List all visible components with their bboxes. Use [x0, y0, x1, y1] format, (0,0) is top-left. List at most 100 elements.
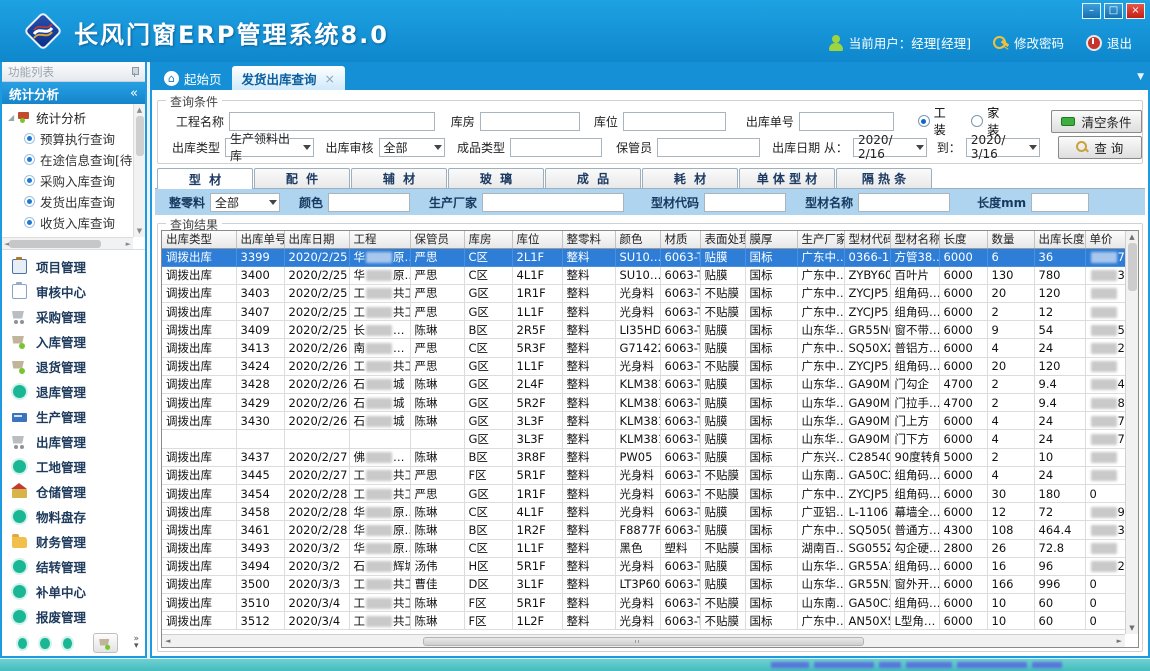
- material-tab[interactable]: 隔 热 条: [836, 168, 932, 188]
- sidebar-item-machine[interactable]: 生产管理: [12, 405, 145, 427]
- material-tab[interactable]: 耗 材: [642, 168, 738, 188]
- pin-icon[interactable]: [131, 67, 139, 77]
- table-row[interactable]: 调拨出库34092020/2/25长…陈琳B区2R5F整料LI35HD6063-…: [162, 321, 1139, 339]
- sidebar-item-circle[interactable]: 报废管理: [12, 605, 145, 627]
- sidebar-item-folder[interactable]: 财务管理: [12, 530, 145, 552]
- column-header[interactable]: 数量: [987, 231, 1034, 248]
- sidebar-item-cartg[interactable]: 入库管理: [12, 330, 145, 352]
- table-row[interactable]: 调拨出库34582020/2/28华原…陈琳C区4L1F整料光身料6063-T5…: [162, 503, 1139, 521]
- table-row[interactable]: 调拨出库34072020/2/25工共工程严思G区1L1F整料光身料6063-T…: [162, 303, 1139, 321]
- column-header[interactable]: 颜色: [615, 231, 660, 248]
- profile-code-input[interactable]: [704, 193, 786, 212]
- table-row[interactable]: 调拨出库34242020/2/26工共工程严思G区1L1F整料光身料6063-T…: [162, 357, 1139, 375]
- column-header[interactable]: 膜厚: [745, 231, 797, 248]
- table-row[interactable]: 调拨出库34612020/2/28华原…陈琳B区1R2F整料F8877FT606…: [162, 521, 1139, 539]
- cart-module-button[interactable]: [93, 633, 119, 653]
- table-row[interactable]: 调拨出库34932020/3/2华原…陈琳C区1L1F整料黑色塑料不贴膜国标湖南…: [162, 539, 1139, 557]
- table-row[interactable]: G区3L3F整料KLM38176063-T5贴膜国标山东华…GA90M09.门下…: [162, 430, 1139, 448]
- column-header[interactable]: 出库长度: [1034, 231, 1085, 248]
- material-tab[interactable]: 配 件: [254, 168, 350, 188]
- table-row[interactable]: 调拨出库34372020/2/27佛…陈琳B区3R8F整料PW056063-T5…: [162, 448, 1139, 466]
- tab-close-icon[interactable]: ×: [325, 71, 335, 86]
- radio-industrial[interactable]: 工装: [918, 104, 958, 138]
- table-row[interactable]: 调拨出库34942020/3/2石辉城汤伟H区5R1F整料光身料6063-T5贴…: [162, 557, 1139, 575]
- warehouse-input[interactable]: [480, 112, 580, 131]
- project-name-input[interactable]: [229, 112, 435, 131]
- table-row[interactable]: 调拨出库35102020/3/4工共工程陈琳F区5R1F整料光身料6063-T5…: [162, 594, 1139, 612]
- minimize-button[interactable]: –: [1082, 3, 1101, 19]
- table-row[interactable]: 调拨出库34302020/2/26石城陈琳G区3L3F整料KLM38176063…: [162, 412, 1139, 430]
- tree-item[interactable]: 发货出库查询: [8, 191, 133, 212]
- tree-item[interactable]: 采购入库查询: [8, 170, 133, 191]
- profile-name-input[interactable]: [858, 193, 950, 212]
- module-dot-icon[interactable]: [18, 638, 27, 649]
- tree-item[interactable]: 在途信息查询[待: [8, 149, 133, 170]
- location-input[interactable]: [623, 112, 726, 131]
- sidebar-item-circle[interactable]: 工地管理: [12, 455, 145, 477]
- column-header[interactable]: 出库日期: [284, 231, 349, 248]
- table-row[interactable]: 调拨出库34132020/2/26南…严思C区5R3F整料G714226063-…: [162, 339, 1139, 357]
- material-tab[interactable]: 型 材: [157, 168, 253, 189]
- sidebar-item-circle[interactable]: 补单中心: [12, 580, 145, 602]
- column-header[interactable]: 库位: [512, 231, 562, 248]
- clear-conditions-button[interactable]: 清空条件: [1051, 110, 1142, 133]
- order-no-input[interactable]: [799, 112, 894, 131]
- color-input[interactable]: [328, 193, 410, 212]
- change-password-button[interactable]: 修改密码: [993, 33, 1064, 52]
- sidebar-item-circle[interactable]: 退库管理: [12, 380, 145, 402]
- product-type-input[interactable]: [510, 138, 602, 157]
- table-row[interactable]: 调拨出库33992020/2/25华原…严思C区2L1F整料SU10…6063-…: [162, 248, 1139, 266]
- sidebar-item-circle[interactable]: 物料盘存: [12, 505, 145, 527]
- outbound-type-select[interactable]: 生产领料出库: [225, 138, 313, 157]
- tab-shipping-outbound-query[interactable]: 发货出库查询 ×: [232, 66, 346, 90]
- table-row[interactable]: 调拨出库34292020/2/26石城陈琳G区5R2F整料KLM38176063…: [162, 394, 1139, 412]
- tree-item[interactable]: 收货入库查询: [8, 212, 133, 233]
- table-horizontal-scrollbar[interactable]: ◄►: [162, 634, 1125, 647]
- table-row[interactable]: 调拨出库35002020/3/3工共工程曹佳D区3L1F整料LT3P606063…: [162, 575, 1139, 593]
- material-tab[interactable]: 单 体 型 材: [739, 168, 835, 188]
- table-row[interactable]: 调拨出库34452020/2/27工共工程严思F区5R1F整料光身料6063-T…: [162, 466, 1139, 484]
- table-vertical-scrollbar[interactable]: ▲▼: [1125, 231, 1138, 634]
- tab-overflow-icon[interactable]: ▼: [1137, 72, 1144, 82]
- table-row[interactable]: 调拨出库35122020/3/4工共工程陈琳F区1L2F整料光身料6063-T5…: [162, 612, 1139, 630]
- sidebar-item-cartg[interactable]: 退货管理: [12, 355, 145, 377]
- tree-item[interactable]: 预算执行查询: [8, 128, 133, 149]
- column-header[interactable]: 工程: [349, 231, 410, 248]
- table-row[interactable]: 调拨出库34002020/2/25华原…严思C区4L1F整料SU10…6063-…: [162, 266, 1139, 284]
- column-header[interactable]: 出库单号: [236, 231, 284, 248]
- length-input[interactable]: [1031, 193, 1089, 212]
- logout-button[interactable]: 退出: [1086, 33, 1132, 52]
- maximize-button[interactable]: □: [1104, 3, 1123, 19]
- audit-select[interactable]: 全部: [379, 138, 446, 157]
- sidebar-item-home[interactable]: 仓储管理: [12, 480, 145, 502]
- column-header[interactable]: 型材代码: [844, 231, 890, 248]
- sidebar-item-cart[interactable]: 采购管理: [12, 305, 145, 327]
- column-header[interactable]: 出库类型: [162, 231, 236, 248]
- tree-vertical-scrollbar[interactable]: ▲▼: [133, 104, 145, 237]
- sidebar-item-cart[interactable]: 出库管理: [12, 430, 145, 452]
- whole-piece-select[interactable]: 全部: [210, 193, 280, 212]
- expander-icon[interactable]: ◢: [8, 113, 14, 122]
- column-header[interactable]: 保管员: [410, 231, 464, 248]
- material-tab[interactable]: 成 品: [545, 168, 641, 188]
- tree-root[interactable]: ◢ 统计分析: [8, 106, 133, 128]
- keeper-input[interactable]: [657, 138, 760, 157]
- column-header[interactable]: 长度: [939, 231, 987, 248]
- column-header[interactable]: 库房: [464, 231, 512, 248]
- module-dot-icon[interactable]: [63, 638, 72, 649]
- sidebar-item-clipboard2[interactable]: 审核中心: [12, 280, 145, 302]
- tab-home[interactable]: ⌂ 起始页: [154, 66, 232, 90]
- date-to-select[interactable]: 2020/ 3/16: [966, 138, 1040, 157]
- module-dot-icon[interactable]: [40, 638, 49, 649]
- date-from-select[interactable]: 2020/ 2/16: [853, 138, 927, 157]
- search-button[interactable]: 查 询: [1058, 136, 1142, 159]
- tree-horizontal-scrollbar[interactable]: ◄►: [2, 237, 133, 249]
- material-tab[interactable]: 玻 璃: [448, 168, 544, 188]
- table-row[interactable]: 调拨出库34282020/2/26石城陈琳G区2L4F整料KLM38176063…: [162, 375, 1139, 393]
- table-row[interactable]: 调拨出库34542020/2/28工共工程严思G区1R1F整料光身料6063-T…: [162, 484, 1139, 502]
- collapse-icon[interactable]: «: [130, 86, 138, 101]
- factory-input[interactable]: [482, 193, 624, 212]
- column-header[interactable]: 材质: [660, 231, 700, 248]
- column-header[interactable]: 型材名称: [890, 231, 939, 248]
- sidebar-item-clipboard[interactable]: 项目管理: [12, 255, 145, 277]
